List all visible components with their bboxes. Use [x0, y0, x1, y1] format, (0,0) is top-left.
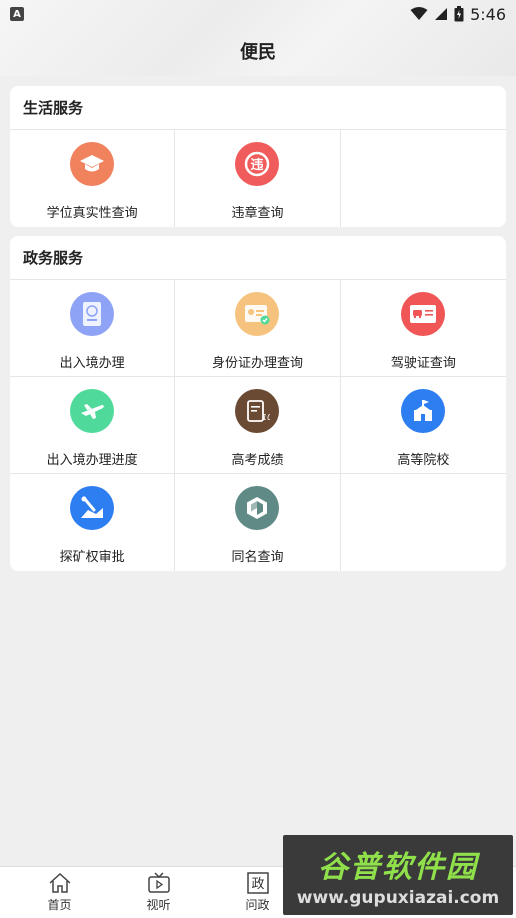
tv-icon — [147, 872, 170, 893]
service-label: 身份证办理查询 — [211, 356, 303, 371]
home-icon — [48, 872, 71, 893]
tab-home[interactable]: 首页 — [10, 867, 109, 918]
service-degree-verify[interactable]: 学位真实性查询 — [10, 130, 176, 227]
app-indicator-icon: A — [10, 7, 24, 21]
signal-icon — [435, 8, 448, 20]
service-label: 学位真实性查询 — [46, 206, 138, 221]
traffic-violation-icon: 违 — [235, 142, 280, 186]
watermark-logo: 谷普软件园 www.gupuxiazai.com — [283, 835, 513, 915]
service-mining-rights[interactable]: 探矿权审批 — [10, 474, 176, 571]
empty-cell — [341, 130, 506, 227]
exam-score-icon: 100 — [235, 389, 280, 433]
status-bar: A 5:46 — [0, 0, 516, 28]
wifi-icon — [410, 7, 428, 20]
id-card-icon — [235, 292, 280, 336]
service-traffic-violation[interactable]: 违 违章查询 — [175, 130, 341, 227]
passport-icon — [70, 292, 115, 336]
airplane-icon — [70, 389, 115, 433]
service-exit-entry-progress[interactable]: 出入境办理进度 — [10, 377, 176, 474]
empty-cell — [341, 474, 506, 571]
mining-icon — [70, 486, 115, 530]
svg-text:100: 100 — [262, 413, 270, 422]
driver-license-icon — [401, 292, 446, 336]
section-title: 政务服务 — [10, 236, 506, 280]
university-icon — [401, 389, 446, 433]
service-universities[interactable]: 高等院校 — [340, 377, 506, 474]
graduation-cap-icon — [70, 142, 115, 186]
section-title: 生活服务 — [10, 86, 506, 130]
service-label: 出入境办理 — [59, 356, 125, 371]
clock-time: 5:46 — [470, 4, 506, 24]
section-government-services: 政务服务 出入境办理 身份证办理查询 驾驶证查询 出入境办理进度 1 高考成绩 … — [10, 236, 506, 571]
service-label: 出入境办理进度 — [46, 453, 138, 468]
service-exit-entry[interactable]: 出入境办理 — [10, 280, 176, 377]
service-label: 高等院校 — [397, 453, 450, 468]
service-label: 违章查询 — [231, 206, 284, 221]
service-label: 探矿权审批 — [59, 550, 125, 565]
service-label: 高考成绩 — [231, 453, 284, 468]
watermark-main-text: 谷普软件园 — [318, 850, 478, 885]
politics-icon: 政 — [246, 872, 269, 894]
service-label: 驾驶证查询 — [390, 356, 456, 371]
page-title: 便民 — [240, 42, 276, 63]
svg-text:违: 违 — [251, 157, 264, 173]
tab-label: 首页 — [47, 898, 72, 912]
name-search-icon — [235, 486, 280, 530]
header-bar: A 5:46 便民 — [0, 0, 516, 76]
battery-icon — [454, 6, 464, 22]
svg-text:政: 政 — [251, 877, 264, 892]
tab-label: 问政 — [245, 898, 270, 912]
service-label: 同名查询 — [231, 550, 284, 565]
service-id-card[interactable]: 身份证办理查询 — [175, 280, 341, 377]
service-same-name[interactable]: 同名查询 — [175, 474, 341, 571]
service-driver-license[interactable]: 驾驶证查询 — [340, 280, 506, 377]
service-gaokao-score[interactable]: 100 高考成绩 — [175, 377, 341, 474]
tab-video[interactable]: 视听 — [109, 867, 208, 918]
watermark-url-text: www.gupuxiazai.com — [296, 888, 500, 908]
section-life-services: 生活服务 学位真实性查询 违 违章查询 — [10, 86, 506, 227]
tab-label: 视听 — [146, 898, 171, 912]
